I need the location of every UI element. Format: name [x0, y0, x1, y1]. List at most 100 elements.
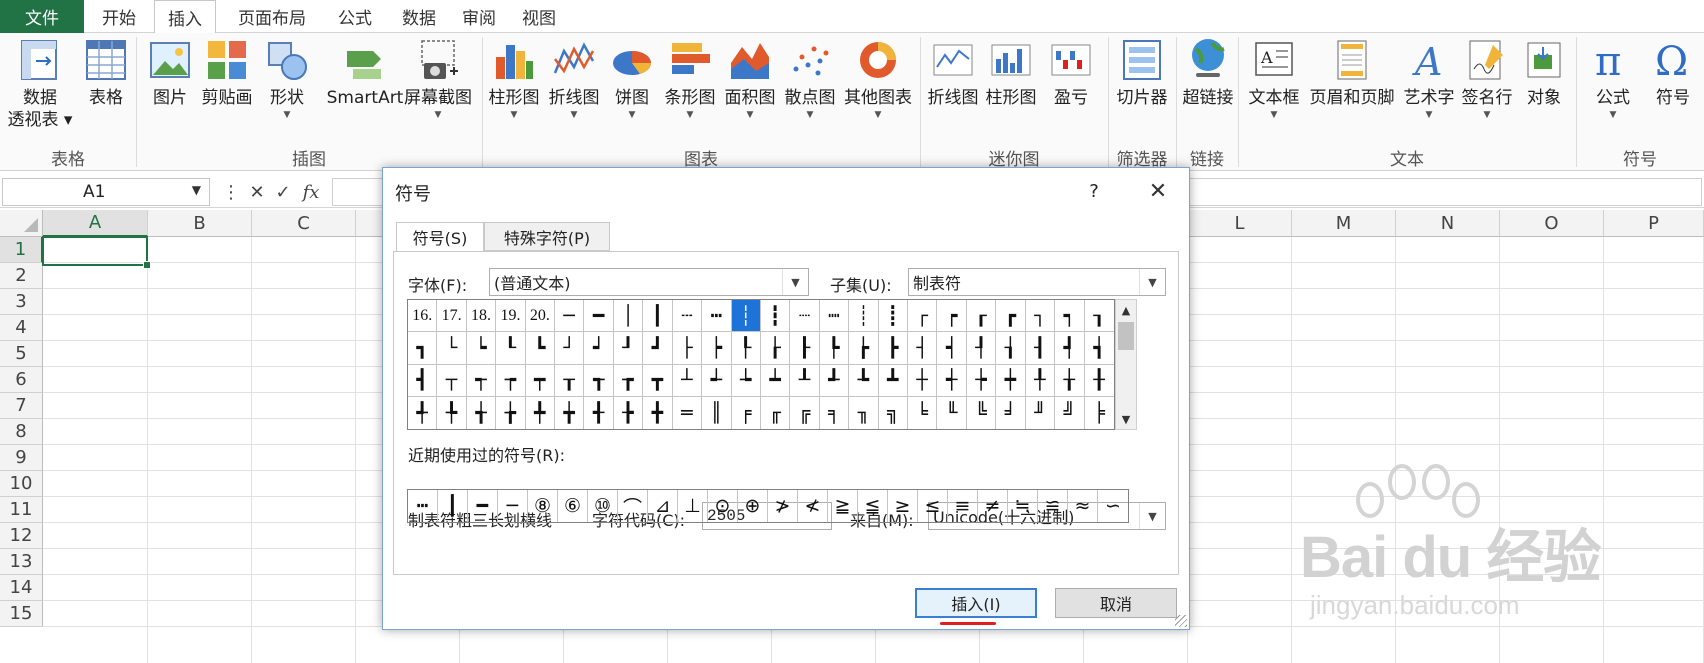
cancel-button[interactable]: 取消 [1055, 588, 1177, 618]
symbol-cell[interactable]: ╜ [1026, 396, 1056, 429]
symbol-cell[interactable]: ┷ [760, 364, 791, 397]
symbol-cell[interactable]: ┅ [702, 300, 732, 333]
symbol-cell[interactable]: ┫ [408, 364, 438, 397]
column-header-b[interactable]: B [148, 210, 252, 237]
row-header-12[interactable]: 12 [0, 523, 43, 549]
recent-symbol-cell[interactable]: ⊕ [738, 490, 768, 522]
row-header-10[interactable]: 10 [0, 471, 43, 497]
recent-symbol-cell[interactable]: ⊥ [678, 490, 708, 522]
symbol-cell[interactable]: ╕ [820, 396, 850, 429]
tab-3[interactable]: 页面布局 [224, 0, 320, 33]
tab-special-characters[interactable]: 特殊字符(P) [484, 222, 610, 251]
symbol-cell[interactable]: ┆ [731, 300, 761, 333]
column-header-o[interactable]: O [1500, 210, 1604, 237]
scrollbar-thumb[interactable] [1118, 322, 1134, 350]
name-box[interactable]: A1 ▼ [2, 178, 210, 206]
symbol-cell[interactable]: ╂ [1084, 365, 1114, 397]
symbol-cell[interactable]: ┳ [643, 364, 673, 397]
help-icon[interactable]: ? [1079, 176, 1109, 206]
symbol-cell[interactable]: ┘ [555, 332, 585, 365]
ribbon-button-scatter-chart[interactable]: 散点图 ▼ [780, 37, 840, 121]
ribbon-button-object[interactable]: 对象 [1516, 37, 1572, 109]
ribbon-button-table[interactable]: 表格 [78, 37, 134, 109]
chevron-down-icon[interactable]: ▼ [782, 269, 808, 295]
ribbon-button-textbox[interactable]: A 文本框 ▼ [1244, 37, 1304, 121]
symbol-cell[interactable]: ┸ [790, 364, 820, 397]
symbol-cell[interactable]: ┽ [937, 364, 967, 397]
chevron-down-icon[interactable]: ▼ [400, 109, 476, 121]
symbol-cell[interactable]: 17. [437, 300, 467, 333]
ribbon-button-other-charts[interactable]: 其他图表 ▼ [840, 37, 916, 121]
recent-symbol-cell[interactable]: ≒ [1008, 490, 1038, 522]
ribbon-button-clipart[interactable]: 剪贴画 [196, 37, 258, 109]
symbol-cell[interactable]: ├ [672, 332, 703, 365]
symbol-cell[interactable]: ┶ [731, 364, 761, 397]
symbol-cell[interactable]: ╆ [496, 396, 526, 429]
ribbon-button-area-chart[interactable]: 面积图 ▼ [720, 37, 780, 121]
symbol-cell[interactable]: ┠ [790, 332, 820, 365]
symbol-cell[interactable]: ╚ [967, 396, 997, 429]
symbol-cell[interactable]: ┵ [702, 364, 732, 397]
ribbon-button-column-chart[interactable]: 柱形图 ▼ [484, 37, 544, 121]
insert-button[interactable]: 插入(I) [915, 588, 1037, 618]
symbol-cell[interactable]: ┧ [996, 332, 1026, 365]
chevron-down-icon[interactable]: ▼ [1458, 109, 1516, 121]
column-header-a[interactable]: A [43, 210, 148, 237]
symbol-cell[interactable]: ━ [584, 300, 614, 333]
recent-symbol-cell[interactable]: ⊙ [708, 490, 738, 522]
symbol-cell[interactable]: ┯ [525, 364, 556, 397]
column-header-m[interactable]: M [1292, 210, 1396, 237]
symbol-cell[interactable]: ╅ [467, 396, 497, 429]
recent-symbol-cell[interactable]: ≮ [798, 490, 828, 522]
symbol-cell[interactable]: ═ [673, 396, 703, 429]
symbol-grid-scrollbar[interactable]: ▲ ▼ [1115, 299, 1137, 430]
symbol-cell[interactable]: ┃ [643, 300, 673, 333]
symbol-cell[interactable]: ╛ [996, 396, 1026, 429]
row-header-1[interactable]: 1 [0, 237, 43, 263]
ribbon-button-sparkline-line[interactable]: 折线图 [924, 37, 982, 109]
symbol-cell[interactable]: ┇ [760, 300, 791, 333]
symbol-cell[interactable]: ╊ [614, 396, 644, 429]
symbol-cell[interactable]: ╔ [790, 396, 820, 429]
symbol-cell[interactable]: │ [613, 300, 644, 333]
symbol-cell[interactable]: ╖ [849, 396, 879, 429]
symbol-cell[interactable]: ╈ [555, 396, 585, 429]
chevron-down-icon[interactable]: ▼ [780, 109, 840, 121]
ribbon-button-picture[interactable]: 图片 [144, 37, 196, 109]
recent-symbol-cell[interactable]: ≠ [978, 490, 1008, 522]
symbol-cell[interactable]: ┲ [613, 364, 644, 397]
cancel-entry-icon[interactable]: ✕ [244, 179, 270, 205]
symbol-cell[interactable]: ┚ [613, 332, 644, 365]
symbol-cell[interactable]: ╀ [1025, 364, 1056, 397]
symbol-cell[interactable]: ┹ [819, 364, 850, 397]
symbol-cell[interactable]: ╁ [1055, 364, 1085, 397]
ribbon-button-slicer[interactable]: 切片器 [1110, 37, 1174, 109]
symbol-cell[interactable]: ┭ [466, 364, 497, 397]
tab-1[interactable]: 开始 [90, 0, 148, 33]
row-header-11[interactable]: 11 [0, 497, 43, 523]
active-cell-a1[interactable] [42, 236, 151, 269]
chevron-down-icon[interactable]: ▼ [660, 109, 720, 121]
symbol-cell[interactable]: ┛ [643, 332, 673, 365]
symbol-cell[interactable]: 16. [408, 300, 438, 333]
symbol-cell[interactable]: ┞ [731, 332, 761, 365]
recent-symbol-cell[interactable]: ┅ [408, 490, 438, 522]
row-header-14[interactable]: 14 [0, 575, 43, 601]
recent-symbol-cell[interactable]: ⑧ [528, 490, 558, 522]
symbol-cell[interactable]: ┴ [672, 364, 703, 397]
symbol-cell[interactable]: ┏ [996, 300, 1026, 333]
ribbon-button-wordart[interactable]: A 艺术字 ▼ [1400, 37, 1458, 121]
ribbon-button-hyperlink[interactable]: 超链接 [1178, 37, 1238, 109]
recent-symbol-cell[interactable]: ⊿ [648, 490, 678, 522]
recent-symbol-cell[interactable]: ≈ [1068, 490, 1098, 522]
resize-grip[interactable] [1175, 615, 1187, 627]
ribbon-button-line-chart[interactable]: 折线图 ▼ [544, 37, 604, 121]
symbol-cell[interactable]: ╝ [1055, 396, 1085, 429]
chevron-down-icon[interactable]: ▼ [1244, 109, 1304, 121]
recent-symbol-cell[interactable]: ⑩ [588, 490, 618, 522]
ribbon-button-shapes[interactable]: 形状 ▼ [258, 37, 316, 121]
symbol-cell[interactable]: ┮ [496, 364, 526, 397]
symbol-cell[interactable]: ╙ [937, 396, 967, 429]
symbol-cell[interactable]: ╒ [732, 396, 761, 429]
chevron-down-icon[interactable]: ▼ [1400, 109, 1458, 121]
